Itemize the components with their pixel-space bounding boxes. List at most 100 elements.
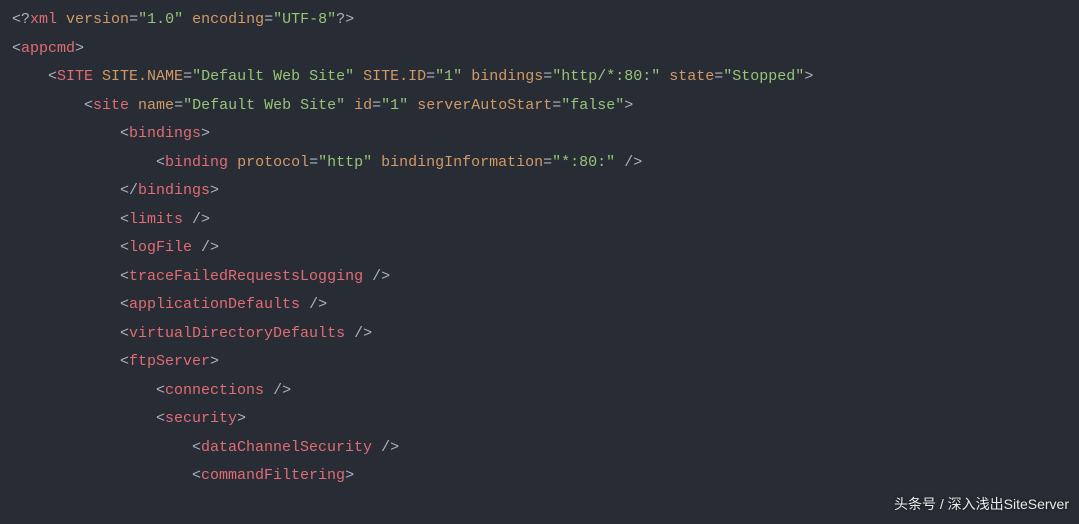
token-p [345, 97, 354, 114]
token-p: = [714, 68, 723, 85]
code-line: <dataChannelSecurity /> [12, 434, 1067, 463]
token-tg: security [165, 410, 237, 427]
token-p: /> [183, 211, 210, 228]
code-line: <binding protocol="http" bindingInformat… [12, 149, 1067, 178]
token-tg: connections [165, 382, 264, 399]
token-p: /> [615, 154, 642, 171]
token-p: /> [264, 382, 291, 399]
token-p: > [345, 467, 354, 484]
token-p: = [372, 97, 381, 114]
token-p: > [624, 97, 633, 114]
token-p: = [552, 97, 561, 114]
code-line: <bindings> [12, 120, 1067, 149]
token-tg: ftpServer [129, 353, 210, 370]
token-p: > [75, 40, 84, 57]
token-p: < [12, 467, 201, 484]
token-p: > [201, 125, 210, 142]
token-p: <? [12, 11, 30, 28]
token-tg: bindings [138, 182, 210, 199]
token-p [183, 11, 192, 28]
token-p: = [543, 68, 552, 85]
token-at: protocol [237, 154, 309, 171]
token-p: < [12, 40, 21, 57]
code-line: <appcmd> [12, 35, 1067, 64]
token-st: "1" [381, 97, 408, 114]
token-at: encoding [192, 11, 264, 28]
token-p: > [210, 353, 219, 370]
code-line: <traceFailedRequestsLogging /> [12, 263, 1067, 292]
token-tg: limits [129, 211, 183, 228]
code-line: <limits /> [12, 206, 1067, 235]
token-st: "http/*:80:" [552, 68, 660, 85]
token-tg: binding [165, 154, 228, 171]
code-line: <security> [12, 405, 1067, 434]
code-line: <ftpServer> [12, 348, 1067, 377]
token-st: "Stopped" [723, 68, 804, 85]
token-tg: SITE [57, 68, 93, 85]
token-p: ?> [336, 11, 354, 28]
code-line: <applicationDefaults /> [12, 291, 1067, 320]
token-p: = [426, 68, 435, 85]
token-p: = [174, 97, 183, 114]
token-st: "*:80:" [552, 154, 615, 171]
token-p: < [12, 353, 129, 370]
token-tg: applicationDefaults [129, 296, 300, 313]
token-p [408, 97, 417, 114]
token-p: > [237, 410, 246, 427]
token-p: < [12, 97, 93, 114]
token-tg: traceFailedRequestsLogging [129, 268, 363, 285]
token-st: "false" [561, 97, 624, 114]
watermark: 头条号 / 深入浅出SiteServer [894, 491, 1069, 518]
token-p: < [12, 268, 129, 285]
token-p [228, 154, 237, 171]
token-p: </ [12, 182, 138, 199]
token-p: < [12, 154, 165, 171]
code-line: <connections /> [12, 377, 1067, 406]
token-at: SITE.NAME [102, 68, 183, 85]
token-tg: bindings [129, 125, 201, 142]
token-at: serverAutoStart [417, 97, 552, 114]
code-line: <?xml version="1.0" encoding="UTF-8"?> [12, 6, 1067, 35]
token-p: < [12, 410, 165, 427]
code-line: <virtualDirectoryDefaults /> [12, 320, 1067, 349]
token-p [660, 68, 669, 85]
token-at: name [138, 97, 174, 114]
token-p: > [210, 182, 219, 199]
code-line: <commandFiltering> [12, 462, 1067, 491]
token-p: < [12, 239, 129, 256]
token-p: /> [363, 268, 390, 285]
token-st: "Default Web Site" [183, 97, 345, 114]
token-tg: appcmd [21, 40, 75, 57]
code-block: <?xml version="1.0" encoding="UTF-8"?><a… [0, 0, 1079, 497]
token-at: bindings [471, 68, 543, 85]
token-tg: logFile [129, 239, 192, 256]
token-p [93, 68, 102, 85]
code-line: <logFile /> [12, 234, 1067, 263]
token-p [462, 68, 471, 85]
token-p: = [309, 154, 318, 171]
token-at: bindingInformation [381, 154, 543, 171]
token-p [57, 11, 66, 28]
token-at: state [669, 68, 714, 85]
token-p: = [264, 11, 273, 28]
token-st: "Default Web Site" [192, 68, 354, 85]
token-p: = [183, 68, 192, 85]
token-at: id [354, 97, 372, 114]
token-p: < [12, 382, 165, 399]
token-p: < [12, 439, 201, 456]
token-st: "http" [318, 154, 372, 171]
code-line: <SITE SITE.NAME="Default Web Site" SITE.… [12, 63, 1067, 92]
token-st: "1.0" [138, 11, 183, 28]
token-p: < [12, 211, 129, 228]
token-p: > [804, 68, 813, 85]
token-p: < [12, 325, 129, 342]
token-tg: commandFiltering [201, 467, 345, 484]
token-p [372, 154, 381, 171]
token-at: version [66, 11, 129, 28]
token-p: /> [372, 439, 399, 456]
token-tg: xml [30, 11, 57, 28]
token-p: = [543, 154, 552, 171]
token-p: < [12, 296, 129, 313]
token-st: "UTF-8" [273, 11, 336, 28]
code-line: </bindings> [12, 177, 1067, 206]
